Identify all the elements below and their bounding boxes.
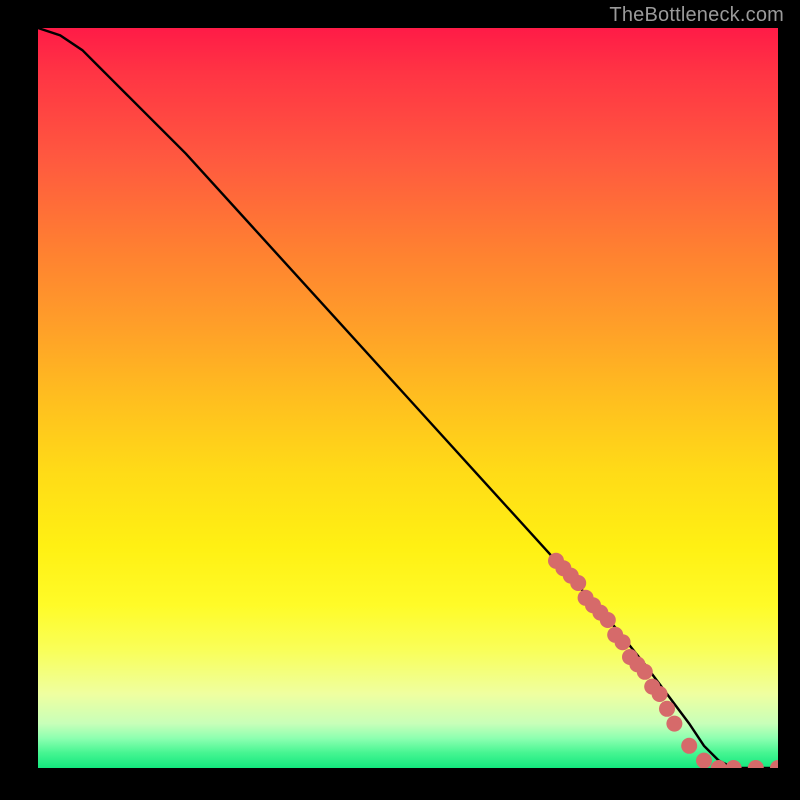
- highlight-dot: [681, 738, 697, 754]
- highlight-dot: [696, 753, 712, 768]
- highlight-dot: [637, 664, 653, 680]
- chart-stage: TheBottleneck.com: [0, 0, 800, 800]
- highlight-dot: [570, 575, 586, 591]
- plot-svg: [38, 28, 778, 768]
- highlight-dot: [615, 634, 631, 650]
- highlight-dot: [770, 760, 778, 768]
- series-curve: [38, 28, 778, 768]
- highlight-dot: [711, 760, 727, 768]
- highlight-dots: [548, 553, 778, 768]
- highlight-dot: [748, 760, 764, 768]
- highlight-dot: [600, 612, 616, 628]
- highlight-dot: [666, 716, 682, 732]
- highlight-dot: [726, 760, 742, 768]
- highlight-dot: [659, 701, 675, 717]
- highlight-dot: [652, 686, 668, 702]
- credit-label: TheBottleneck.com: [609, 4, 784, 27]
